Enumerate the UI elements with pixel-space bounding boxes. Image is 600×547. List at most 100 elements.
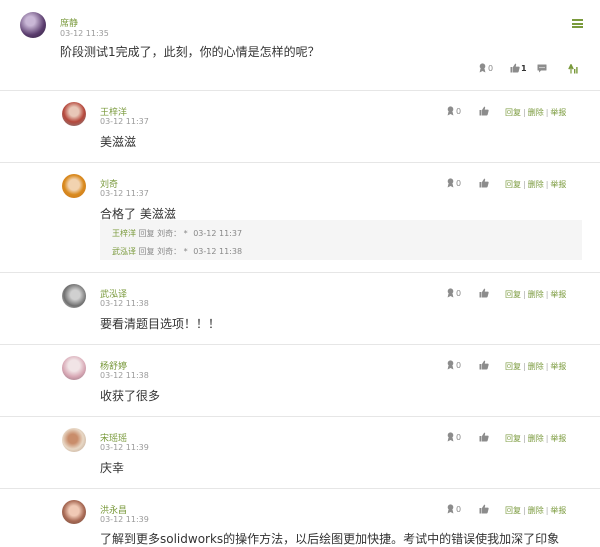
post-author[interactable]: 席静 <box>60 16 78 29</box>
subreply-verb: 回复 <box>138 247 155 256</box>
subreply-time: 03-12 11:37 <box>193 229 243 238</box>
reply-content: 了解到更多solidworks的操作方法，以后绘图更加快捷。考试中的错误使我加深… <box>100 532 560 546</box>
separator: | <box>545 108 549 117</box>
reply-actions: 回复 | 删除 | 举报 <box>505 179 566 190</box>
delete-link[interactable]: 删除 <box>528 362 544 371</box>
delete-link[interactable]: 删除 <box>528 108 544 117</box>
like-button[interactable] <box>479 360 489 370</box>
separator: | <box>523 362 526 371</box>
award-button[interactable]: 0 <box>446 504 461 514</box>
reply-link[interactable]: 回复 <box>505 290 521 299</box>
subreply-text: * <box>183 229 188 238</box>
comment-button[interactable] <box>537 64 547 73</box>
reply-actions: 回复 | 删除 | 举报 <box>505 289 566 300</box>
report-link[interactable]: 举报 <box>550 290 566 299</box>
delete-link[interactable]: 删除 <box>528 434 544 443</box>
report-link[interactable]: 举报 <box>550 506 566 515</box>
reply-item: 刘奇 03-12 11:37 合格了 美滋滋 0 回复 | 删除 | 举报 王梓洋 回复… <box>0 163 600 273</box>
reply-actions: 回复 | 删除 | 举报 <box>505 433 566 444</box>
hamburger-menu-icon[interactable] <box>572 19 583 28</box>
reply-time: 03-12 11:37 <box>100 189 149 198</box>
award-count: 0 <box>456 288 462 298</box>
reply-content: 收获了很多 <box>100 389 161 403</box>
avatar[interactable] <box>62 284 86 308</box>
like-button[interactable] <box>479 106 489 116</box>
reply-content: 美滋滋 <box>100 135 137 149</box>
reply-item: 王梓洋 03-12 11:37 美滋滋 0 回复 | 删除 | 举报 <box>0 91 600 163</box>
report-link[interactable]: 举报 <box>550 434 566 443</box>
separator: | <box>523 434 526 443</box>
reply-link[interactable]: 回复 <box>505 506 521 515</box>
reply-link[interactable]: 回复 <box>505 434 521 443</box>
avatar[interactable] <box>62 174 86 198</box>
post-content: 阶段测试1完成了，此刻，你的心情是怎样的呢？ <box>60 45 320 59</box>
separator: | <box>523 108 526 117</box>
top-button[interactable] <box>568 64 579 74</box>
report-link[interactable]: 举报 <box>550 108 566 117</box>
avatar[interactable] <box>20 12 46 38</box>
award-button[interactable]: 0 <box>446 106 461 116</box>
reply-actions: 回复 | 删除 | 举报 <box>505 107 566 118</box>
subreply-author[interactable]: 武泓译 <box>112 247 136 256</box>
avatar[interactable] <box>62 356 86 380</box>
award-icon <box>447 504 454 514</box>
reply-actions: 回复 | 删除 | 举报 <box>505 361 566 372</box>
separator: | <box>523 506 526 515</box>
like-button[interactable]: 1 <box>510 63 527 73</box>
reply-time: 03-12 11:39 <box>100 443 149 452</box>
delete-link[interactable]: 删除 <box>528 290 544 299</box>
award-icon <box>447 106 454 116</box>
reply-item: 杨舒婷 03-12 11:38 收获了很多 0 回复 | 删除 | 举报 <box>0 345 600 417</box>
subreply-author[interactable]: 王梓洋 <box>112 229 136 238</box>
root-post: 席静 03-12 11:35 阶段测试1完成了，此刻，你的心情是怎样的呢？ 0 … <box>0 0 600 91</box>
reply-time: 03-12 11:37 <box>100 117 149 126</box>
reply-actions: 回复 | 删除 | 举报 <box>505 505 566 516</box>
like-button[interactable] <box>479 288 489 298</box>
subreply-target: 刘奇： <box>157 229 182 238</box>
report-link[interactable]: 举报 <box>550 362 566 371</box>
post-time: 03-12 11:35 <box>60 29 109 38</box>
reply-time: 03-12 11:38 <box>100 371 149 380</box>
reply-link[interactable]: 回复 <box>505 362 521 371</box>
award-icon <box>447 288 454 298</box>
comment-icon <box>537 64 547 73</box>
delete-link[interactable]: 删除 <box>528 506 544 515</box>
award-icon <box>479 63 486 73</box>
award-count: 0 <box>456 106 462 116</box>
award-button[interactable]: 0 <box>446 432 461 442</box>
delete-link[interactable]: 删除 <box>528 180 544 189</box>
thumbs-up-icon <box>479 106 489 116</box>
like-count: 1 <box>521 63 527 73</box>
subreply-text: * <box>183 247 188 256</box>
report-link[interactable]: 举报 <box>550 180 566 189</box>
like-button[interactable] <box>479 178 489 188</box>
separator: | <box>523 290 526 299</box>
thumbs-up-icon <box>479 432 489 442</box>
thumbs-up-icon <box>479 504 489 514</box>
award-button[interactable]: 0 <box>478 63 493 73</box>
separator: | <box>545 362 549 371</box>
separator: | <box>523 180 526 189</box>
like-button[interactable] <box>479 432 489 442</box>
subreply-box: 王梓洋 回复 刘奇： * 03-12 11:37 武泓译 回复 刘奇： * 03… <box>100 220 582 260</box>
award-icon <box>447 178 454 188</box>
award-icon <box>447 432 454 442</box>
separator: | <box>545 434 549 443</box>
avatar[interactable] <box>62 428 86 452</box>
award-icon <box>447 360 454 370</box>
reply-time: 03-12 11:38 <box>100 299 149 308</box>
separator: | <box>545 506 549 515</box>
award-count: 0 <box>456 504 462 514</box>
reply-content: 庆幸 <box>100 461 125 475</box>
reply-link[interactable]: 回复 <box>505 180 521 189</box>
thumbs-up-icon <box>479 360 489 370</box>
award-button[interactable]: 0 <box>446 178 461 188</box>
award-button[interactable]: 0 <box>446 360 461 370</box>
thumbs-up-icon <box>479 178 489 188</box>
subreply-verb: 回复 <box>138 229 155 238</box>
avatar[interactable] <box>62 500 86 524</box>
avatar[interactable] <box>62 102 86 126</box>
award-button[interactable]: 0 <box>446 288 461 298</box>
reply-link[interactable]: 回复 <box>505 108 521 117</box>
like-button[interactable] <box>479 504 489 514</box>
